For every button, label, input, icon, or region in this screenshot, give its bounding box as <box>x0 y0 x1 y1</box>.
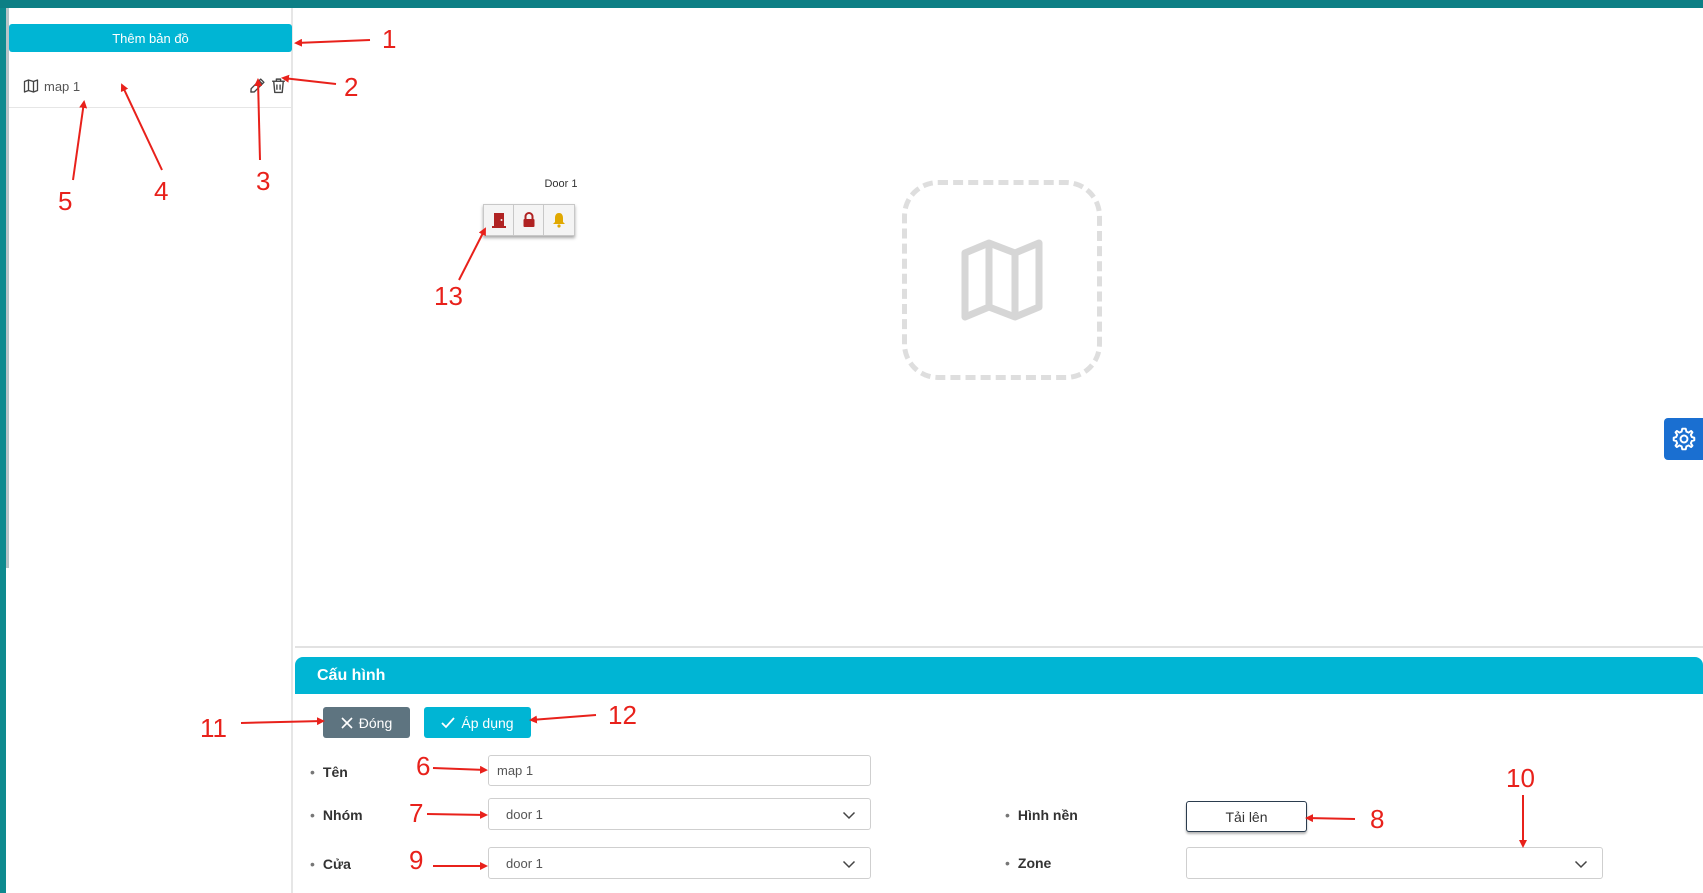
annotation-label-2: 2 <box>344 72 359 102</box>
close-icon <box>341 716 353 729</box>
door-label-field: • Cửa <box>310 856 351 872</box>
chevron-down-icon <box>842 811 856 820</box>
group-select[interactable]: door 1 <box>488 798 871 830</box>
zone-label: • Zone <box>1005 855 1052 871</box>
annotation-label-10: 10 <box>1506 763 1535 793</box>
annotation-label-7: 7 <box>409 798 424 828</box>
top-bar <box>0 0 1703 8</box>
gear-icon <box>1672 427 1695 451</box>
apply-button-label: Áp dụng <box>461 714 514 731</box>
annotation-label-8: 8 <box>1370 804 1385 834</box>
lock-icon <box>523 212 534 227</box>
door-open-icon <box>491 213 506 228</box>
config-title: Cấu hình <box>295 657 1703 694</box>
trash-icon[interactable] <box>270 77 287 94</box>
map-list-item[interactable]: map 1 <box>9 66 293 108</box>
background-label: • Hình nền <box>1005 807 1078 823</box>
map-name: map 1 <box>44 79 81 94</box>
lock-button[interactable] <box>514 205 544 235</box>
annotation-label-11: 11 <box>200 713 227 743</box>
door-select-value: door 1 <box>506 855 543 871</box>
map-icon <box>23 79 39 93</box>
chevron-down-icon <box>842 860 856 869</box>
close-button[interactable]: Đóng <box>323 707 410 738</box>
name-input[interactable] <box>488 755 871 786</box>
door-widget[interactable] <box>483 204 575 236</box>
annotation-label-9: 9 <box>409 845 424 875</box>
bell-icon <box>553 213 565 228</box>
annotation-label-3: 3 <box>256 166 271 196</box>
settings-button[interactable] <box>1664 418 1703 460</box>
door-label: Door 1 <box>544 178 578 190</box>
add-map-button[interactable]: Thêm bản đồ <box>9 24 292 52</box>
map-sidebar: Thêm bản đồ map 1 <box>9 8 293 893</box>
alarm-button[interactable] <box>544 205 574 235</box>
annotation-label-5: 5 <box>58 186 73 216</box>
upload-button[interactable]: Tải lên <box>1186 801 1307 832</box>
annotation-label-12: 12 <box>608 700 637 730</box>
apply-button[interactable]: Áp dụng <box>424 707 531 738</box>
config-panel: Cấu hình Đóng Áp dụng •Tên •Nhóm door 1 … <box>295 657 1703 893</box>
zone-select[interactable] <box>1186 847 1603 879</box>
annotation-label-4: 4 <box>154 176 169 206</box>
annotation-label-6: 6 <box>416 751 431 781</box>
edit-icon[interactable] <box>249 77 266 94</box>
map-placeholder <box>902 180 1102 380</box>
annotation-label-1: 1 <box>382 24 397 54</box>
map-canvas[interactable]: Door 1 <box>295 8 1703 648</box>
door-select[interactable]: door 1 <box>488 847 871 879</box>
name-label: • Tên <box>310 764 348 780</box>
door-open-button[interactable] <box>484 205 514 235</box>
annotation-label-13: 13 <box>434 281 463 311</box>
group-select-value: door 1 <box>506 806 543 822</box>
map-icon <box>961 239 1043 321</box>
group-label: • Nhóm <box>310 807 363 823</box>
close-button-label: Đóng <box>358 714 393 731</box>
chevron-down-icon <box>1574 860 1588 869</box>
check-icon <box>441 716 456 728</box>
